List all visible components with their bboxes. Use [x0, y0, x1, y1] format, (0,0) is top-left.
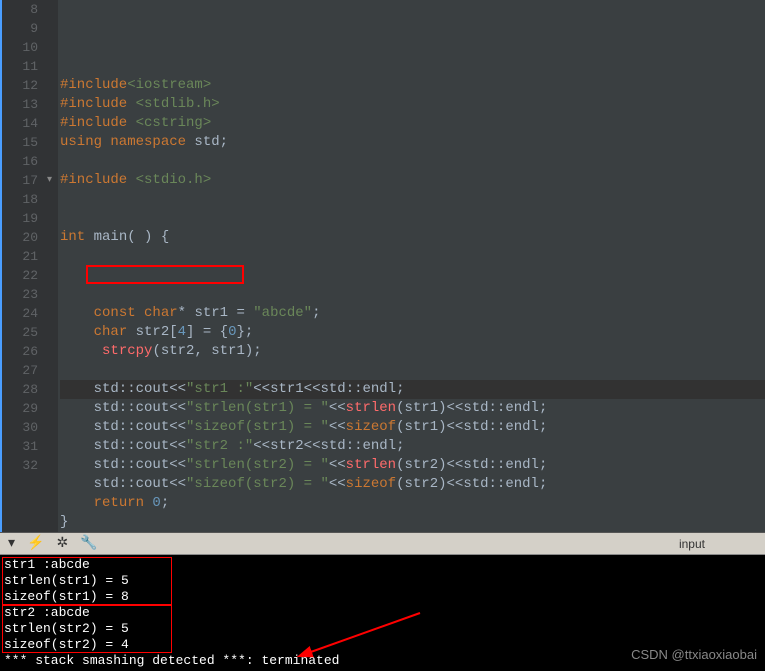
code-line[interactable]: std::cout<<"str2 :"<<str2<<std::endl;	[60, 437, 765, 456]
code-line[interactable]	[60, 285, 765, 304]
code-line[interactable]: const char* str1 = "abcde";	[60, 304, 765, 323]
code-line[interactable]: char str2[4] = {0};	[60, 323, 765, 342]
console-line: str1 :abcde	[4, 557, 761, 573]
code-line[interactable]: #include <stdio.h>	[60, 171, 765, 190]
code-line[interactable]: #include <stdlib.h>	[60, 95, 765, 114]
output-toolbar: ▾ ⚡ ✲ 🔧 input	[0, 533, 765, 555]
code-line[interactable]: std::cout<<"str1 :"<<str1<<std::endl;	[60, 380, 765, 399]
gear-icon[interactable]: ✲	[56, 535, 68, 552]
watermark: CSDN @ttxiaoxiaobai	[631, 647, 757, 663]
code-line[interactable]: std::cout<<"sizeof(str1) = "<<sizeof(str…	[60, 418, 765, 437]
console-line: strlen(str1) = 5	[4, 573, 761, 589]
code-line[interactable]: }	[60, 513, 765, 532]
code-line[interactable]: #include<iostream>	[60, 76, 765, 95]
console-line: strlen(str2) = 5	[4, 621, 761, 637]
code-line[interactable]: #include <cstring>	[60, 114, 765, 133]
console-line: sizeof(str1) = 8	[4, 589, 761, 605]
chevron-down-icon[interactable]: ▾	[8, 535, 15, 552]
code-line[interactable]	[60, 361, 765, 380]
fold-column: ▾	[46, 0, 58, 532]
code-line[interactable]	[60, 57, 765, 76]
code-line[interactable]: int main( ) {	[60, 228, 765, 247]
code-line[interactable]	[60, 266, 765, 285]
code-line[interactable]: std::cout<<"strlen(str1) = "<<strlen(str…	[60, 399, 765, 418]
code-editor[interactable]: 8910111213141516171819202122232425262728…	[0, 0, 765, 532]
code-line[interactable]	[60, 152, 765, 171]
code-line[interactable]	[60, 247, 765, 266]
code-line[interactable]: using namespace std;	[60, 133, 765, 152]
lightning-icon[interactable]: ⚡	[27, 535, 44, 552]
code-line[interactable]: strcpy(str2, str1);	[60, 342, 765, 361]
code-line[interactable]	[60, 209, 765, 228]
code-line[interactable]: std::cout<<"sizeof(str2) = "<<sizeof(str…	[60, 475, 765, 494]
code-area[interactable]: #include<iostream>#include <stdlib.h>#in…	[58, 0, 765, 532]
line-number-gutter: 8910111213141516171819202122232425262728…	[2, 0, 46, 532]
console-output: str1 :abcdestrlen(str1) = 5sizeof(str1) …	[0, 555, 765, 671]
output-tab[interactable]: input	[679, 537, 705, 551]
code-line[interactable]	[60, 190, 765, 209]
console-line: str2 :abcde	[4, 605, 761, 621]
code-line[interactable]: return 0;	[60, 494, 765, 513]
output-panel: ▾ ⚡ ✲ 🔧 input str1 :abcdestrlen(str1) = …	[0, 532, 765, 671]
code-line[interactable]: std::cout<<"strlen(str2) = "<<strlen(str…	[60, 456, 765, 475]
wrench-icon[interactable]: 🔧	[80, 535, 97, 552]
